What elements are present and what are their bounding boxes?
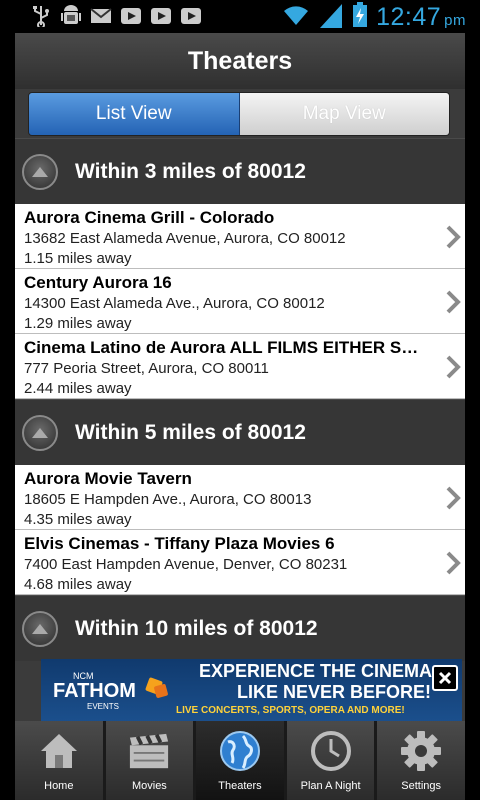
- bottom-tab-bar: Home Movies Theaters Plan A Night Settin…: [15, 721, 465, 800]
- theater-address: 18605 E Hampden Ave., Aurora, CO 80013: [24, 491, 312, 508]
- gear-icon: [400, 730, 442, 772]
- theater-name: Elvis Cinemas - Tiffany Plaza Movies 6: [24, 534, 335, 553]
- tab-home[interactable]: Home: [15, 721, 103, 800]
- ad-subline: LIVE CONCERTS, SPORTS, OPERA AND MORE!: [176, 705, 405, 716]
- youtube-icon: [150, 5, 172, 27]
- chevron-right-icon: [446, 290, 461, 314]
- theater-distance: 4.35 miles away: [24, 511, 132, 528]
- usb-icon: [30, 5, 52, 27]
- theater-distance: 1.29 miles away: [24, 315, 132, 332]
- theater-row[interactable]: Aurora Cinema Grill - Colorado 13682 Eas…: [15, 204, 465, 269]
- tab-movies[interactable]: Movies: [105, 721, 194, 800]
- theater-row[interactable]: Century Aurora 16 14300 East Alameda Ave…: [15, 269, 465, 334]
- youtube-icon: [120, 5, 142, 27]
- section-header[interactable]: Within 10 miles of 80012: [15, 595, 465, 661]
- clock-icon: [310, 730, 352, 772]
- tab-settings[interactable]: Settings: [377, 721, 465, 800]
- theater-row[interactable]: Aurora Movie Tavern 18605 E Hampden Ave.…: [15, 465, 465, 530]
- theater-distance: 2.44 miles away: [24, 380, 132, 397]
- fathom-events-logo: NCM FATHOM EVENTS: [47, 667, 197, 713]
- theaters-panel: Theaters List View Map View Within 3 mil…: [15, 33, 465, 721]
- theater-distance: 4.68 miles away: [24, 576, 132, 593]
- theater-address: 7400 East Hampden Avenue, Denver, CO 802…: [24, 556, 348, 573]
- ad-headline: EXPERIENCE THE CINEMA: [199, 661, 433, 681]
- theater-name: Aurora Movie Tavern: [24, 469, 192, 488]
- theater-name: Century Aurora 16: [24, 273, 172, 292]
- tab-label: Movies: [131, 780, 167, 792]
- section-title: Within 3 miles of 80012: [75, 159, 306, 183]
- signal-icon: [318, 2, 344, 33]
- map-view-tab[interactable]: Map View: [239, 92, 449, 135]
- collapse-arrow-icon[interactable]: [22, 153, 58, 190]
- section-header[interactable]: Within 3 miles of 80012: [15, 138, 465, 204]
- close-ad-button[interactable]: [432, 665, 458, 691]
- tab-label: Theaters: [218, 780, 262, 792]
- theater-address: 14300 East Alameda Ave., Aurora, CO 8001…: [24, 295, 325, 312]
- tab-label: Plan A Night: [300, 780, 361, 792]
- clock: 12:47 pm: [376, 3, 466, 31]
- section-title: Within 5 miles of 80012: [75, 420, 306, 444]
- title-bar: Theaters: [15, 33, 465, 89]
- clapperboard-icon: [128, 730, 170, 772]
- ad-banner[interactable]: NCM FATHOM EVENTS EXPERIENCE THE CINEMA …: [41, 659, 462, 721]
- tab-label: Home: [44, 780, 74, 792]
- chevron-right-icon: [446, 551, 461, 575]
- wifi-icon: [282, 3, 310, 32]
- tab-label: Settings: [401, 780, 442, 792]
- svg-text:EVENTS: EVENTS: [87, 702, 119, 711]
- page-title: Theaters: [187, 46, 293, 75]
- gmail-icon: [90, 5, 112, 27]
- battery-icon: [352, 2, 368, 33]
- chevron-right-icon: [446, 225, 461, 249]
- tab-theaters[interactable]: Theaters: [196, 721, 284, 800]
- collapse-arrow-icon[interactable]: [22, 610, 58, 647]
- android-debug-icon: [60, 5, 82, 27]
- status-bar: 12:47 pm: [0, 0, 480, 33]
- view-toggle: List View Map View: [15, 89, 465, 138]
- chevron-right-icon: [446, 355, 461, 379]
- theater-row[interactable]: Cinema Latino de Aurora ALL FILMS EITHER…: [15, 334, 465, 399]
- close-icon: [438, 671, 452, 685]
- ad-headline-2: LIKE NEVER BEFORE!: [237, 682, 432, 702]
- theater-distance: 1.15 miles away: [24, 250, 132, 267]
- svg-text:FATHOM: FATHOM: [53, 680, 136, 702]
- theater-row[interactable]: Elvis Cinemas - Tiffany Plaza Movies 6 7…: [15, 530, 465, 595]
- chevron-right-icon: [446, 486, 461, 510]
- theater-name: Aurora Cinema Grill - Colorado: [24, 208, 275, 227]
- list-view-tab[interactable]: List View: [29, 92, 240, 135]
- globe-icon: [219, 730, 261, 772]
- youtube-icon: [180, 5, 202, 27]
- collapse-arrow-icon[interactable]: [22, 414, 58, 451]
- section-title: Within 10 miles of 80012: [75, 616, 318, 640]
- theater-address: 13682 East Alameda Avenue, Aurora, CO 80…: [24, 230, 346, 247]
- section-header[interactable]: Within 5 miles of 80012: [15, 399, 465, 465]
- home-icon: [38, 730, 80, 772]
- theater-name: Cinema Latino de Aurora ALL FILMS EITHER…: [24, 338, 429, 357]
- theater-address: 777 Peoria Street, Aurora, CO 80011: [24, 360, 269, 377]
- tab-plan-a-night[interactable]: Plan A Night: [286, 721, 375, 800]
